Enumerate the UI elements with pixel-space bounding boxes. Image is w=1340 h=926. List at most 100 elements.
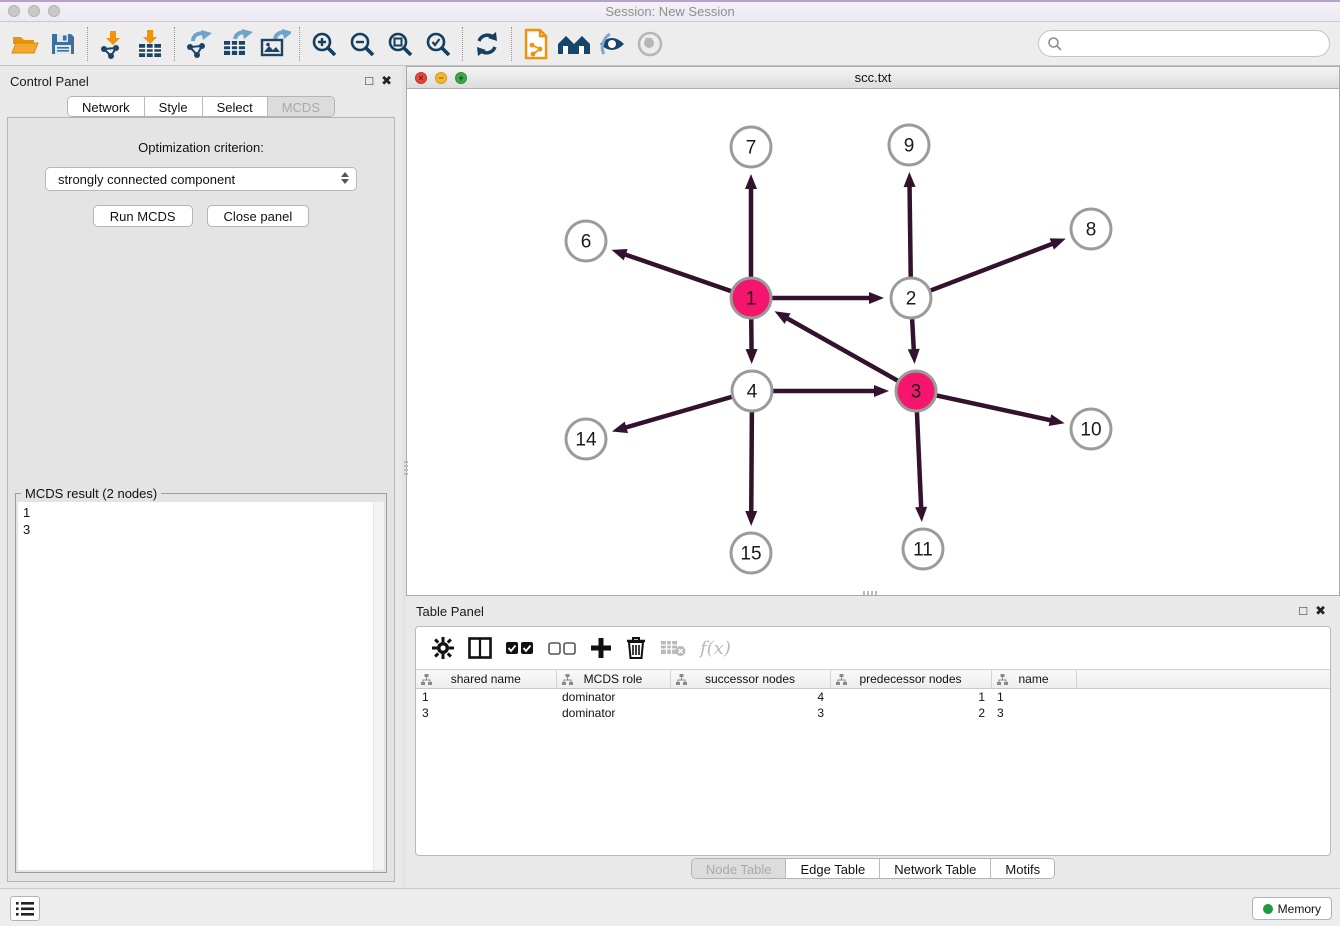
graph-node-9[interactable]: 9 <box>889 125 929 165</box>
close-panel-button[interactable]: Close panel <box>207 205 310 227</box>
graph-edge-arrowhead <box>1049 414 1065 426</box>
table-cell[interactable]: 3 <box>416 705 556 721</box>
tab-select[interactable]: Select <box>203 97 268 116</box>
tab-edge-table[interactable]: Edge Table <box>786 859 880 878</box>
deselect-all-button[interactable] <box>548 633 576 663</box>
graph-edge-arrowhead <box>745 174 757 189</box>
column-header-predecessor-nodes[interactable]: predecessor nodes <box>830 670 991 689</box>
memory-status-icon <box>1263 904 1273 914</box>
save-session-button[interactable] <box>44 26 82 62</box>
graph-edge-4-15[interactable] <box>751 409 752 513</box>
refresh-layout-button[interactable] <box>468 26 506 62</box>
zoom-out-button[interactable] <box>343 26 381 62</box>
graph-node-14[interactable]: 14 <box>566 419 606 459</box>
show-panels-button[interactable] <box>10 896 40 921</box>
graph-node-1[interactable]: 1 <box>731 278 771 318</box>
graph-edge-2-8[interactable] <box>928 243 1054 291</box>
graph-edge-2-3[interactable] <box>912 316 914 351</box>
graph-node-6[interactable]: 6 <box>566 221 606 261</box>
table-cell[interactable]: 1 <box>416 689 556 705</box>
graph-edge-4-14[interactable] <box>624 396 734 428</box>
memory-button[interactable]: Memory <box>1252 897 1332 920</box>
graph-node-4[interactable]: 4 <box>732 371 772 411</box>
graph-edge-arrowhead <box>874 385 889 397</box>
control-panel: Control Panel □ ✖ NetworkStyleSelectMCDS… <box>0 66 402 888</box>
zoom-in-button[interactable] <box>305 26 343 62</box>
graph-edge-1-6[interactable] <box>624 254 734 292</box>
show-all-button[interactable] <box>631 26 669 62</box>
export-image-button[interactable] <box>256 26 294 62</box>
table-cell[interactable]: 3 <box>670 705 830 721</box>
float-table-panel-icon[interactable]: □ <box>1299 603 1307 618</box>
tab-motifs[interactable]: Motifs <box>991 859 1054 878</box>
graph-edge-3-1[interactable] <box>786 318 900 383</box>
delete-table-button[interactable] <box>660 633 686 663</box>
graph-node-8[interactable]: 8 <box>1071 209 1111 249</box>
mcds-result-list[interactable]: 13 <box>18 502 384 870</box>
tab-node-table[interactable]: Node Table <box>692 859 787 878</box>
graph-node-3[interactable]: 3 <box>896 371 936 411</box>
select-all-button[interactable] <box>506 633 534 663</box>
graph-edge-3-11[interactable] <box>917 409 921 509</box>
graph-node-7[interactable]: 7 <box>731 127 771 167</box>
run-mcds-button[interactable]: Run MCDS <box>93 205 193 227</box>
zoom-in-icon <box>310 30 338 58</box>
table-row[interactable]: 3dominator323 <box>416 705 1331 721</box>
export-network-button[interactable] <box>180 26 218 62</box>
mcds-result-box: MCDS result (2 nodes) 13 <box>15 493 387 873</box>
network-window-titlebar: × − + scc.txt <box>407 67 1339 89</box>
graph-node-15[interactable]: 15 <box>731 533 771 573</box>
settings-gear-button[interactable] <box>432 633 454 663</box>
node-table: shared nameMCDS rolesuccessor nodesprede… <box>416 669 1331 721</box>
function-builder-button[interactable]: f(x) <box>700 633 731 663</box>
open-session-button[interactable] <box>6 26 44 62</box>
delete-column-button[interactable] <box>626 633 646 663</box>
zoom-fit-button[interactable] <box>381 26 419 62</box>
table-cell[interactable]: 4 <box>670 689 830 705</box>
export-table-button[interactable] <box>218 26 256 62</box>
tab-network-table[interactable]: Network Table <box>880 859 991 878</box>
column-selector-button[interactable] <box>468 633 492 663</box>
delete-table-icon <box>660 639 686 657</box>
graph-edge-arrowhead <box>904 172 916 187</box>
close-table-panel-icon[interactable]: ✖ <box>1315 603 1326 618</box>
graph-edge-2-9[interactable] <box>910 185 911 280</box>
graph-node-10[interactable]: 10 <box>1071 409 1111 449</box>
graph-edge-3-10[interactable] <box>934 395 1052 421</box>
float-panel-icon[interactable]: □ <box>365 73 373 88</box>
column-header-MCDS-role[interactable]: MCDS role <box>556 670 670 689</box>
network-graph[interactable]: 7 9 6 8 1 2 4 3 14 10 15 11 <box>407 89 1339 595</box>
table-cell[interactable]: 2 <box>830 705 991 721</box>
first-neighbors-button[interactable] <box>555 26 593 62</box>
import-network-button[interactable] <box>93 26 131 62</box>
splitter-grip-horizontal[interactable] <box>863 591 879 595</box>
import-table-button[interactable] <box>131 26 169 62</box>
table-row[interactable]: 1dominator411 <box>416 689 1331 705</box>
column-header-name[interactable]: name <box>991 670 1076 689</box>
column-header-successor-nodes[interactable]: successor nodes <box>670 670 830 689</box>
new-network-from-selection-button[interactable] <box>517 26 555 62</box>
zoom-selected-button[interactable] <box>419 26 457 62</box>
tab-mcds[interactable]: MCDS <box>268 97 334 116</box>
table-cell[interactable]: dominator <box>556 705 670 721</box>
close-panel-icon[interactable]: ✖ <box>381 73 392 88</box>
result-scrollbar[interactable] <box>373 502 384 870</box>
optimization-criterion-select[interactable]: strongly connected component <box>45 167 357 191</box>
graph-node-label: 10 <box>1080 420 1101 441</box>
add-column-button[interactable] <box>590 633 612 663</box>
column-header-shared-name[interactable]: shared name <box>416 670 556 689</box>
tab-network[interactable]: Network <box>68 97 145 116</box>
table-cell[interactable]: dominator <box>556 689 670 705</box>
graph-edge-arrowhead <box>869 292 884 304</box>
zoom-fit-icon <box>386 30 414 58</box>
graph-node-2[interactable]: 2 <box>891 278 931 318</box>
table-cell[interactable]: 3 <box>991 705 1076 721</box>
table-cell[interactable]: 1 <box>991 689 1076 705</box>
network-canvas[interactable]: 7 9 6 8 1 2 4 3 14 10 15 11 <box>407 89 1339 595</box>
hide-selected-button[interactable] <box>593 26 631 62</box>
tab-style[interactable]: Style <box>145 97 203 116</box>
table-cell[interactable]: 1 <box>830 689 991 705</box>
search-input[interactable] <box>1063 36 1329 51</box>
splitter-grip-vertical[interactable] <box>404 461 408 477</box>
graph-node-11[interactable]: 11 <box>903 529 943 569</box>
